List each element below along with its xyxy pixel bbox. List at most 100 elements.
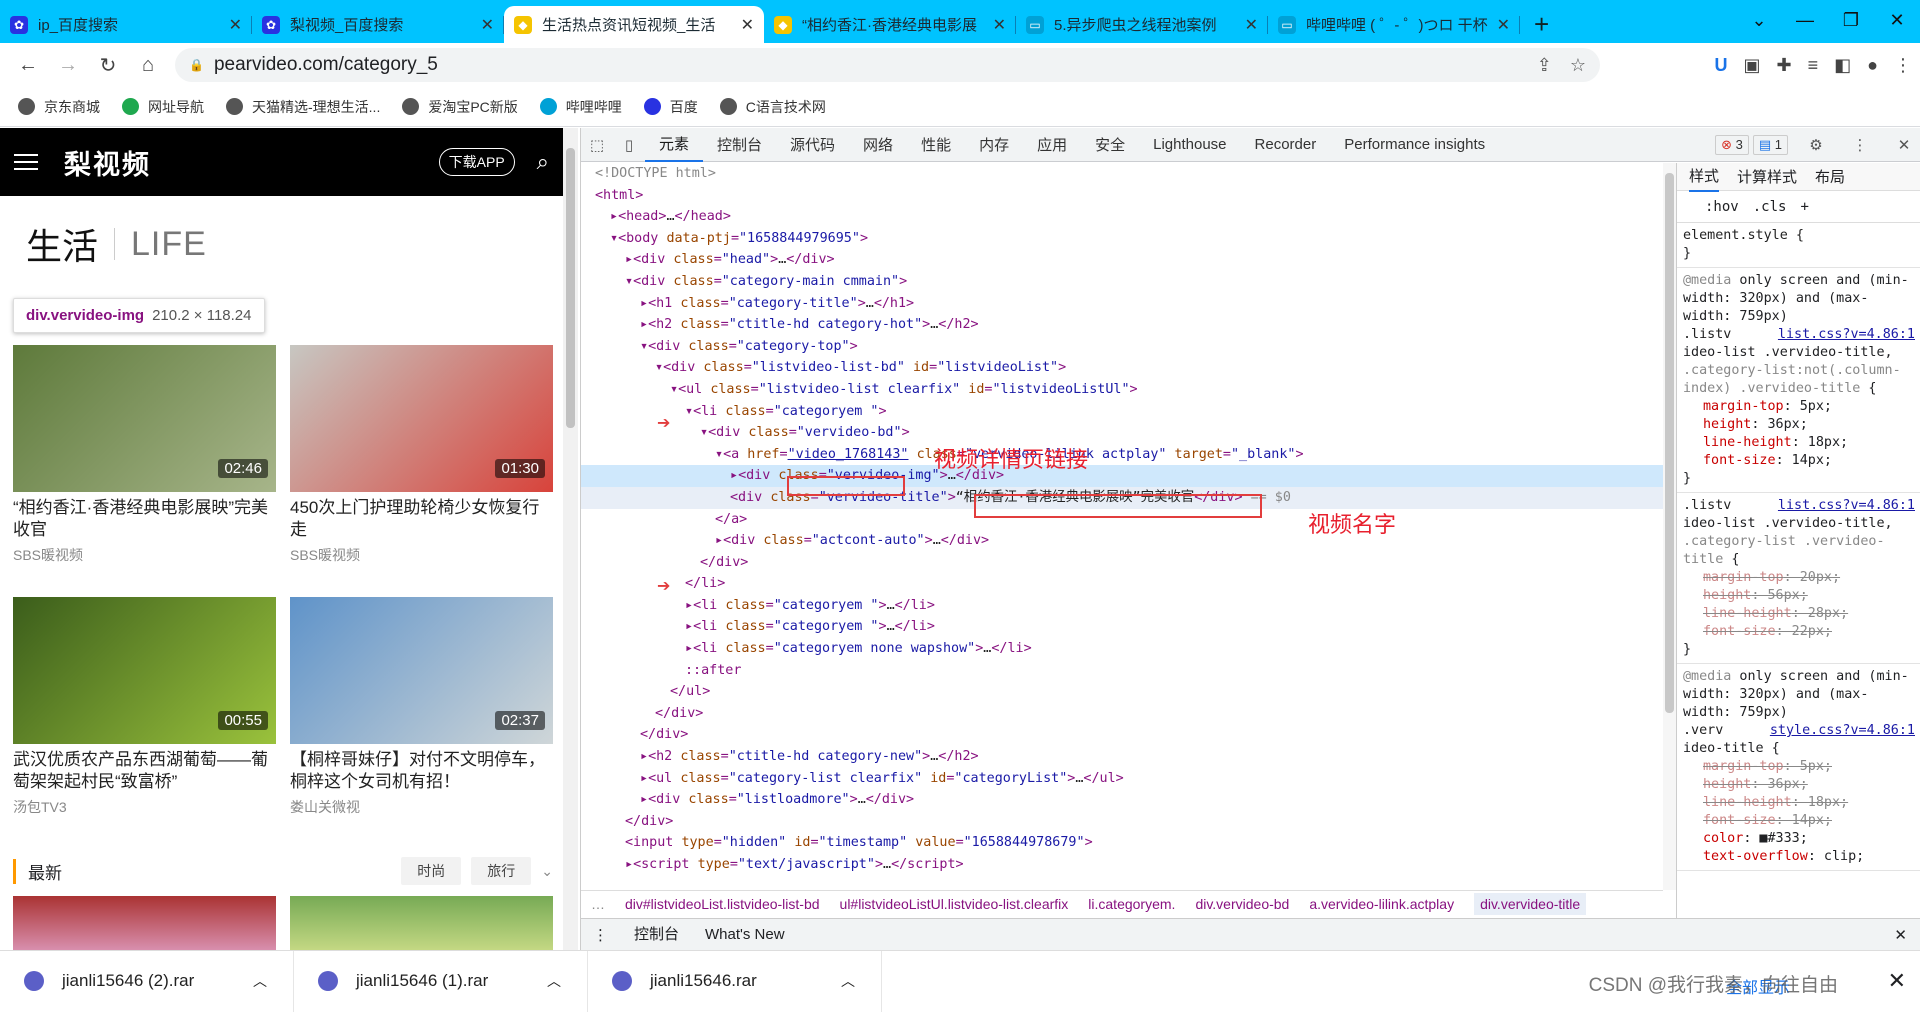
devtools-tab-7[interactable]: 安全 (1081, 128, 1139, 162)
dom-node-line[interactable]: ▸<ul class="category-list clearfix" id="… (581, 768, 1663, 790)
extension-icon[interactable]: ▣ (1743, 55, 1760, 76)
drawer-tab-console[interactable]: 控制台 (634, 917, 680, 952)
add-rule-icon[interactable]: + (1800, 199, 1808, 215)
download-item[interactable]: jianli15646.rar ︿ (588, 950, 882, 1012)
video-card[interactable]: 01:30 450次上门护理助轮椅少女恢复行走 SBS暖视频 (290, 345, 553, 565)
downloads-close-icon[interactable]: ✕ (1888, 968, 1906, 994)
close-devtools-icon[interactable]: ✕ (1888, 136, 1920, 154)
video-title[interactable]: 武汉优质农产品东西湖葡萄——葡萄架架起村民“致富桥” (13, 749, 276, 793)
error-count-badge[interactable]: ⊗ 3 (1715, 134, 1749, 155)
message-count-badge[interactable]: ▤ 1 (1752, 134, 1788, 155)
tab-search-icon[interactable]: ⌄ (1736, 0, 1782, 40)
styles-tab-2[interactable]: 布局 (1815, 166, 1845, 187)
video-source[interactable]: SBS暖视频 (290, 545, 553, 565)
forward-icon[interactable]: → (48, 54, 88, 77)
download-app-button[interactable]: 下载APP (438, 148, 515, 176)
devtools-tab-1[interactable]: 控制台 (703, 128, 776, 162)
devtools-tab-10[interactable]: Performance insights (1330, 128, 1499, 162)
tab-4[interactable]: ▭ 5.异步爬虫之线程池案例 ✕ (1016, 6, 1268, 43)
minimize-icon[interactable]: — (1782, 0, 1828, 40)
search-icon[interactable]: ⌕ (537, 149, 549, 175)
crumb-more[interactable]: … (591, 896, 605, 912)
video-thumbnail[interactable]: 01:30 (290, 345, 553, 492)
reading-list-icon[interactable]: ≡ (1808, 55, 1819, 76)
address-bar[interactable]: 🔒 pearvideo.com/category_5 ⇪ ☆ (175, 48, 1600, 82)
dom-node-line[interactable]: <html> (581, 185, 1663, 207)
profile-avatar[interactable]: ● (1867, 55, 1878, 76)
breadcrumb-item[interactable]: li.categoryem. (1088, 896, 1175, 912)
inspect-icon[interactable]: ⬚ (581, 136, 613, 154)
video-title[interactable]: 450次上门护理助轮椅少女恢复行走 (290, 497, 553, 541)
video-thumbnail[interactable]: 02:37 (290, 597, 553, 744)
styles-tab-1[interactable]: 计算样式 (1737, 166, 1797, 187)
bookmark-item[interactable]: C语言技术网 (719, 97, 826, 117)
breadcrumb-item[interactable]: a.vervideo-lilink.actplay (1309, 896, 1454, 912)
dom-node-line[interactable]: ▾<a href="video_1768143" class="vervideo… (581, 444, 1663, 466)
dom-node-line[interactable]: ▾<div class="vervideo-bd"> (581, 422, 1663, 444)
tab-5[interactable]: ▭ 哔哩哔哩 ( ゜- ゜)つロ 干杯 ✕ (1268, 6, 1520, 43)
chevron-up-icon[interactable]: ︿ (253, 971, 267, 991)
devtools-tab-8[interactable]: Lighthouse (1139, 128, 1240, 162)
dom-node-line[interactable]: </div> (581, 703, 1663, 725)
puzzle-icon[interactable]: ✚ (1777, 55, 1792, 76)
chevron-up-icon[interactable]: ︿ (547, 971, 561, 991)
dom-node-line[interactable]: ▸<div class="vervideo-img">…</div> (581, 465, 1663, 487)
dom-node-line[interactable]: </div> (581, 811, 1663, 833)
page-scrollbar[interactable] (563, 128, 578, 950)
close-tab-icon[interactable]: ✕ (229, 15, 242, 35)
close-tab-icon[interactable]: ✕ (741, 15, 754, 35)
dom-node-line[interactable]: </ul> (581, 681, 1663, 703)
video-source[interactable]: SBS暖视频 (13, 545, 276, 565)
drawer-tab-whatsnew[interactable]: What's New (705, 926, 785, 943)
close-tab-icon[interactable]: ✕ (481, 15, 494, 35)
pill-fashion[interactable]: 时尚 (401, 857, 462, 885)
side-panel-icon[interactable]: ◧ (1834, 55, 1851, 76)
dom-node-line[interactable]: ▾<body data-ptj="1658844979695"> (581, 228, 1663, 250)
devtools-tab-2[interactable]: 源代码 (776, 128, 849, 162)
bookmark-item[interactable]: 百度 (643, 97, 698, 117)
u-extension-icon[interactable]: U (1714, 55, 1727, 76)
chevron-up-icon[interactable]: ︿ (841, 971, 855, 991)
tab-0[interactable]: ✿ ip_百度搜索 ✕ (0, 6, 252, 43)
hamburger-icon[interactable] (14, 149, 38, 175)
devtools-tab-4[interactable]: 性能 (907, 128, 965, 162)
dom-node-line[interactable]: ▾<ul class="listvideo-list clearfix" id=… (581, 379, 1663, 401)
video-title[interactable]: “相约香江·香港经典电影展映”完美收官 (13, 497, 276, 541)
breadcrumb-item[interactable]: ul#listvideoListUl.listvideo-list.clearf… (840, 896, 1069, 912)
dom-node-line[interactable]: ▸<li class="categoryem ">…</li> (581, 616, 1663, 638)
devtools-tab-0[interactable]: 元素 (645, 128, 704, 162)
restore-icon[interactable]: ❐ (1828, 0, 1874, 40)
video-thumbnail[interactable]: 02:46 (13, 345, 276, 492)
dom-node-line[interactable]: ▸<head>…</head> (581, 206, 1663, 228)
dom-node-line[interactable]: ▸<h1 class="category-title">…</h1> (581, 293, 1663, 315)
breadcrumb-item[interactable]: div.vervideo-title (1474, 892, 1587, 915)
hov-toggle[interactable]: :hov (1705, 199, 1739, 215)
reload-icon[interactable]: ↻ (88, 53, 128, 78)
tab-2[interactable]: ◆ 生活热点资讯短视频_生活 ✕ (504, 6, 764, 43)
bookmark-item[interactable]: 哔哩哔哩 (539, 97, 622, 117)
dom-node-line[interactable]: </div> (581, 724, 1663, 746)
dom-node-line[interactable]: ▸<li class="categoryem ">…</li> (581, 595, 1663, 617)
tab-1[interactable]: ✿ 梨视频_百度搜索 ✕ (252, 6, 504, 43)
new-tab-button[interactable]: + (1520, 6, 1563, 43)
latest-thumb[interactable] (13, 896, 276, 950)
dom-node-line[interactable]: ▸<li class="categoryem none wapshow">…</… (581, 638, 1663, 660)
pill-travel[interactable]: 旅行 (471, 857, 532, 885)
dom-node-line[interactable]: ▾<div class="category-main cmmain"> (581, 271, 1663, 293)
dom-node-line[interactable]: ▸<div class="listloadmore">…</div> (581, 789, 1663, 811)
tab-3[interactable]: ◆ “相约香江·香港经典电影展 ✕ (764, 6, 1016, 43)
dom-node-line[interactable]: ▾<div class="category-top"> (581, 336, 1663, 358)
bookmark-item[interactable]: 京东商城 (18, 97, 100, 117)
cls-toggle[interactable]: .cls (1753, 199, 1787, 215)
dom-node-line[interactable]: <input type="hidden" id="timestamp" valu… (581, 832, 1663, 854)
bookmark-star-icon[interactable]: ☆ (1570, 55, 1586, 76)
video-card[interactable]: 00:55 武汉优质农产品东西湖葡萄——葡萄架架起村民“致富桥” 汤包TV3 (13, 597, 276, 817)
devtools-tab-5[interactable]: 内存 (965, 128, 1023, 162)
close-tab-icon[interactable]: ✕ (993, 15, 1006, 35)
drawer-menu-icon[interactable]: ⋮ (593, 926, 608, 944)
dom-node-line[interactable]: ▸<script type="text/javascript">…</scrip… (581, 854, 1663, 876)
chevron-down-icon[interactable]: ⌄ (541, 863, 553, 880)
breadcrumb-item[interactable]: div.vervideo-bd (1195, 896, 1289, 912)
styles-tab-0[interactable]: 样式 (1689, 163, 1720, 192)
download-item[interactable]: jianli15646 (2).rar ︿ (0, 950, 294, 1012)
